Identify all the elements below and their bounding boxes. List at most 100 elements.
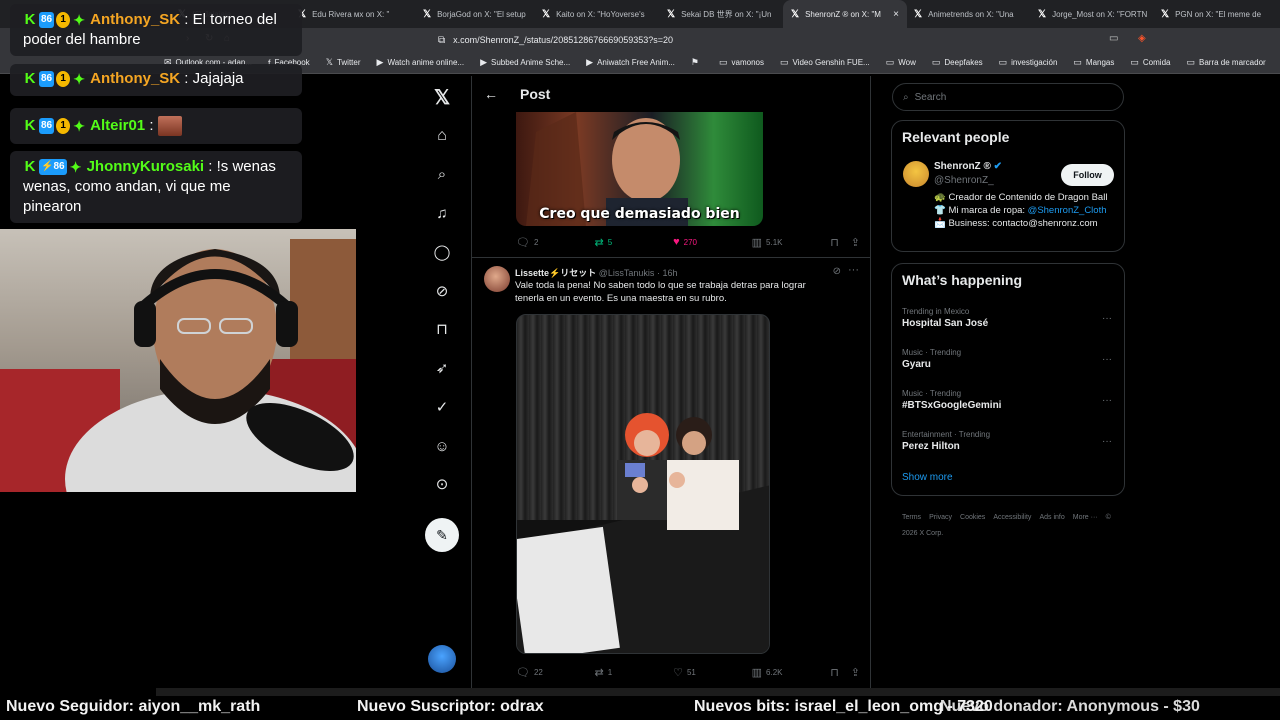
grok-nav-icon[interactable]: ⊘: [428, 277, 456, 305]
browser-tab[interactable]: 𝕏 Animetrends on X: "Una: [906, 0, 1030, 28]
bookmark-label: Aniwatch Free Anim...: [597, 58, 675, 67]
tweet-photo[interactable]: [516, 314, 770, 654]
views-button[interactable]: ▥ 5.1K: [752, 236, 831, 249]
bookmark-item[interactable]: ▶ Watch anime online...: [377, 57, 465, 68]
reply-count: 2: [533, 237, 539, 247]
tweet-time[interactable]: 16h: [662, 268, 677, 278]
home-nav-icon[interactable]: ⌂: [428, 122, 456, 150]
browser-tab[interactable]: 𝕏 Kaito on X: "HoYoverse's: [534, 0, 658, 28]
author-handle[interactable]: @LissTanukis: [599, 268, 655, 278]
coin-badge-icon: 1: [56, 118, 71, 135]
bookmarks-nav-icon[interactable]: ⊓: [428, 315, 456, 343]
bookmark-item[interactable]: ▭ Mangas: [1073, 57, 1114, 68]
repost-button[interactable]: ⇄ 5: [595, 236, 674, 249]
notifications-bell-icon[interactable]: ♫: [428, 199, 456, 227]
browser-tab-label: PGN on X: "El meme de: [1175, 9, 1262, 19]
chat-username: Alteir01: [90, 117, 146, 134]
whats-happening-title: What’s happening: [902, 272, 1023, 288]
footer-link[interactable]: Ads info: [1039, 514, 1064, 521]
x-sidebar-nav: 𝕏 ⌂ ⌕ ♫ ◯ ⊘ ⊓ ➶ ✓ ☺ ⊙: [420, 80, 464, 680]
search-input[interactable]: ⌕ Search: [892, 83, 1124, 111]
bookmark-icon[interactable]: ⊓: [830, 666, 839, 679]
share-icon[interactable]: ⇪: [851, 666, 860, 679]
browser-tab[interactable]: 𝕏 Edu Rivera мx on X: ": [290, 0, 414, 28]
bookmark-item[interactable]: ▭ Comida: [1130, 57, 1170, 68]
verified-badge-icon: ✔: [993, 161, 1002, 172]
trend-more-icon[interactable]: ···: [1102, 313, 1112, 324]
star-badge-icon: ✦: [69, 159, 82, 176]
back-arrow-icon[interactable]: ←: [472, 86, 510, 102]
reply-button[interactable]: 🗨 2: [516, 236, 595, 249]
follow-button[interactable]: Follow: [1061, 164, 1114, 186]
bio-link[interactable]: @ShenronZ_Cloth: [1028, 205, 1107, 216]
chat-username: Anthony_SK: [90, 70, 181, 87]
trend-item[interactable]: Entertainment · Trending Perez Hilton ···: [902, 430, 1112, 452]
messages-icon[interactable]: ◯: [428, 238, 456, 266]
bookmark-item[interactable]: ▭ investigación: [999, 57, 1058, 68]
bookmark-label: Subbed Anime Sche...: [491, 58, 571, 67]
verified-nav-icon[interactable]: ✓: [428, 393, 456, 421]
address-bar[interactable]: ⧉ x.com/ShenronZ_/status/208512867666905…: [438, 31, 1098, 49]
explore-search-icon[interactable]: ⌕: [428, 160, 456, 188]
footer-link[interactable]: More ···: [1073, 514, 1098, 521]
bookmark-item[interactable]: ▭ vamonos: [719, 57, 764, 68]
like-button[interactable]: ♥ 270: [673, 236, 752, 248]
bookmark-item[interactable]: ▭ Wow: [886, 57, 916, 68]
trend-more-icon[interactable]: ···: [1102, 436, 1112, 447]
x-icon: 𝕏: [667, 8, 676, 20]
repost-button[interactable]: ⇄ 1: [595, 666, 674, 679]
like-button[interactable]: ♡ 51: [673, 666, 752, 679]
browser-tab[interactable]: 𝕏 Jorge_Most on X: "FORTN: [1030, 0, 1154, 28]
bookmark-item[interactable]: ▭ Video Genshin FUE...: [780, 57, 870, 68]
close-tab-icon[interactable]: ×: [893, 9, 899, 20]
coin-badge-icon: 1: [56, 12, 71, 29]
grok-icon[interactable]: ⊘: [833, 266, 841, 277]
x-logo-icon[interactable]: 𝕏: [428, 83, 456, 111]
bookmark-icon[interactable]: ⊓: [830, 236, 839, 249]
more-options-icon[interactable]: ···: [848, 264, 859, 276]
more-nav-icon[interactable]: ⊙: [428, 470, 456, 498]
tweet-author-avatar[interactable]: [484, 266, 510, 292]
trend-item[interactable]: Music · Trending Gyaru ···: [902, 348, 1112, 370]
jobs-rocket-icon[interactable]: ➶: [428, 354, 456, 382]
anime-icon: ▶: [376, 57, 384, 67]
browser-tab-label: ShenronZ ® on X: "M: [805, 9, 881, 19]
trend-more-icon[interactable]: ···: [1102, 354, 1112, 365]
compose-icon: ✎: [436, 526, 448, 543]
relevant-name[interactable]: ShenronZ ® ✔: [934, 161, 1002, 172]
reply-button[interactable]: 🗨 22: [516, 666, 595, 679]
author-display-name[interactable]: Lissette⚡リセット: [515, 268, 596, 278]
show-more-link[interactable]: Show more: [902, 472, 953, 483]
page-info-icon[interactable]: ⧉: [438, 35, 445, 46]
brave-shield-icon[interactable]: ◈: [1138, 33, 1146, 44]
browser-tab[interactable]: 𝕏 ShenronZ ® on X: "M ×: [783, 0, 907, 28]
footer-link[interactable]: Terms: [902, 514, 921, 521]
coin-badge-icon: 1: [56, 71, 71, 88]
bookmark-item[interactable]: ▶ Subbed Anime Sche...: [480, 57, 570, 68]
relevant-handle[interactable]: @ShenronZ_: [934, 175, 994, 186]
trend-more-icon[interactable]: ···: [1102, 395, 1112, 406]
profile-icon[interactable]: ☺: [428, 432, 456, 460]
relevant-avatar[interactable]: [903, 161, 929, 187]
views-button[interactable]: ▥ 6.2K: [752, 666, 831, 679]
repost-icon: ⇄: [594, 666, 604, 679]
browser-tab-label: Animetrends on X: "Una: [928, 9, 1014, 19]
footer-link[interactable]: Accessibility: [993, 514, 1031, 521]
bookmark-item[interactable]: ⚑: [691, 57, 703, 68]
compose-post-button[interactable]: ✎: [425, 518, 459, 552]
share-icon[interactable]: ⇪: [851, 236, 860, 249]
browser-tab[interactable]: 𝕏 BorjaGod on X: "El setup: [415, 0, 539, 28]
bookmark-item[interactable]: ▭ Deepfakes: [932, 57, 983, 68]
meme-image[interactable]: Creo que demasiado bien: [516, 112, 763, 226]
bookmark-item[interactable]: 𝕏 Twitter: [326, 57, 361, 68]
bookmark-item[interactable]: ▶ Aniwatch Free Anim...: [586, 57, 675, 68]
trend-item[interactable]: Trending in Mexico Hospital San José ···: [902, 307, 1112, 329]
trend-item[interactable]: Music · Trending #BTSxGoogleGemini ···: [902, 389, 1112, 411]
browser-tab[interactable]: 𝕏 PGN on X: "El meme de: [1153, 0, 1277, 28]
account-avatar[interactable]: [428, 645, 456, 673]
browser-tab[interactable]: 𝕏 Sekai DB 世界 on X: "¡Un: [659, 0, 783, 28]
bookmark-item[interactable]: ▭ Barra de marcador: [1186, 57, 1265, 68]
footer-link[interactable]: Cookies: [960, 514, 985, 521]
cast-icon[interactable]: ▭: [1109, 33, 1118, 44]
footer-link[interactable]: Privacy: [929, 514, 952, 521]
